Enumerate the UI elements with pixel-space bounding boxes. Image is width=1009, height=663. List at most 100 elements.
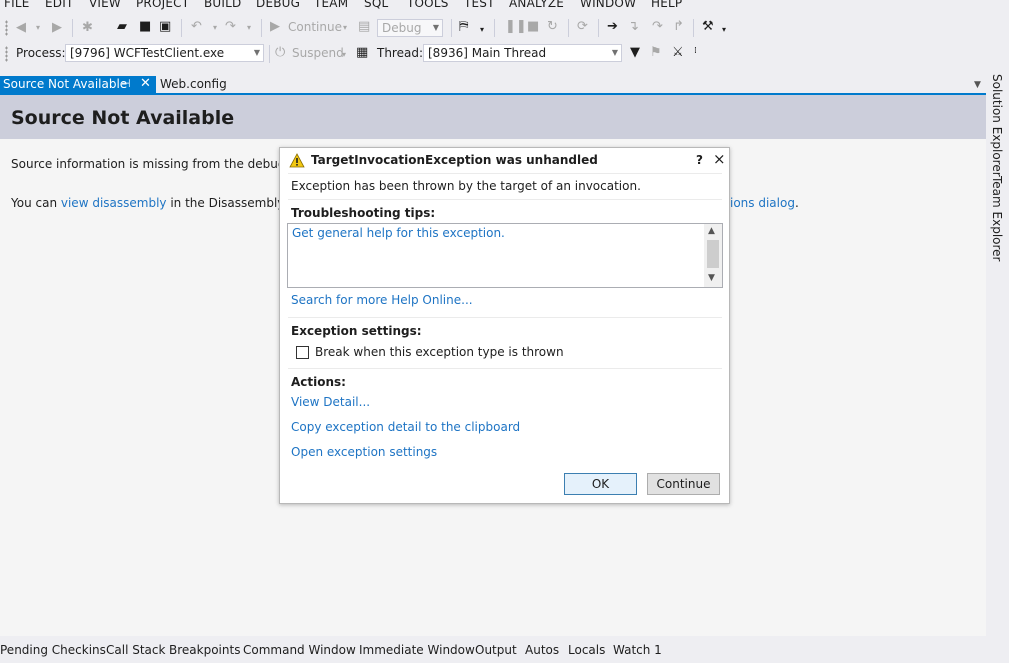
separator bbox=[494, 19, 495, 37]
copy-exception-link[interactable]: Copy exception detail to the clipboard bbox=[291, 420, 520, 434]
new-project-icon[interactable]: ✱ bbox=[82, 20, 93, 36]
undo-dropdown-icon[interactable]: ▾ bbox=[213, 20, 217, 36]
redo-dropdown-icon[interactable]: ▾ bbox=[247, 20, 251, 36]
divider bbox=[288, 317, 722, 318]
show-next-statement-icon[interactable]: ➔ bbox=[607, 19, 618, 35]
back-dropdown-icon[interactable]: ▾ bbox=[36, 20, 40, 36]
tab-immediate-window[interactable]: Immediate Window bbox=[359, 643, 475, 657]
settings-heading: Exception settings: bbox=[291, 324, 422, 338]
continue-toolbar-button[interactable]: Continue bbox=[288, 18, 342, 36]
menu-file[interactable]: FILE bbox=[4, 0, 30, 10]
process-select[interactable]: [9796] WCFTestClient.exe ▼ bbox=[65, 44, 264, 62]
toolbar-grip[interactable] bbox=[5, 20, 8, 36]
tab-locals[interactable]: Locals bbox=[568, 643, 605, 657]
step-into-icon[interactable]: ↴ bbox=[628, 19, 639, 35]
refresh-icon[interactable]: ⟳ bbox=[577, 19, 588, 35]
tips-list[interactable]: Get general help for this exception. ▲ ▼ bbox=[287, 223, 723, 288]
restart-icon[interactable]: ↻ bbox=[547, 19, 558, 35]
tab-command-window[interactable]: Command Window bbox=[243, 643, 356, 657]
sidebar-item-solution-explorer[interactable]: Solution Explorer bbox=[990, 74, 1004, 177]
redo-icon[interactable]: ↷ bbox=[225, 19, 236, 35]
menu-project[interactable]: PROJECT bbox=[136, 0, 189, 10]
menu-edit[interactable]: EDIT bbox=[45, 0, 74, 10]
save-all-icon[interactable]: ▣ bbox=[159, 19, 171, 35]
sidebar-item-team-explorer[interactable]: Team Explorer bbox=[990, 176, 1004, 262]
forward-icon[interactable]: ▶ bbox=[52, 20, 62, 36]
tab-breakpoints[interactable]: Breakpoints bbox=[169, 643, 240, 657]
back-icon[interactable]: ◀ bbox=[16, 20, 26, 36]
pin-icon[interactable]: ⊣ bbox=[121, 77, 131, 90]
menu-view[interactable]: VIEW bbox=[89, 0, 121, 10]
scroll-thumb[interactable] bbox=[707, 240, 719, 268]
page-title: Source Not Available bbox=[11, 107, 235, 129]
menu-team[interactable]: TEAM bbox=[314, 0, 348, 10]
menu-test[interactable]: TEST bbox=[464, 0, 495, 10]
search-help-online-link[interactable]: Search for more Help Online... bbox=[291, 293, 473, 307]
pause-icon[interactable]: ❚❚ bbox=[505, 19, 527, 35]
scroll-down-icon[interactable]: ▼ bbox=[708, 273, 715, 283]
toolbar-options-icon[interactable]: ▾ bbox=[722, 22, 726, 38]
checkbox-label[interactable]: Break when this exception type is thrown bbox=[315, 345, 564, 359]
tab-output[interactable]: Output bbox=[475, 643, 517, 657]
menu-analyze[interactable]: ANALYZE bbox=[509, 0, 564, 10]
save-icon[interactable]: ■ bbox=[139, 19, 151, 35]
view-detail-link[interactable]: View Detail... bbox=[291, 395, 370, 409]
step-over-icon[interactable]: ↷ bbox=[652, 19, 663, 35]
tab-source-not-available[interactable]: Source Not Available ⊣ ✕ bbox=[0, 76, 156, 94]
attach-icon[interactable]: ▤ bbox=[358, 19, 370, 35]
stop-icon[interactable]: ■ bbox=[527, 19, 539, 35]
separator bbox=[261, 19, 262, 37]
tab-watch-1[interactable]: Watch 1 bbox=[613, 643, 662, 657]
tab-overflow-icon[interactable]: ▼ bbox=[974, 80, 981, 90]
divider bbox=[288, 173, 722, 174]
options-dialog-hint: ions dialog. bbox=[730, 196, 799, 210]
toolbar-grip[interactable] bbox=[5, 46, 8, 62]
step-out-icon[interactable]: ↱ bbox=[673, 19, 684, 35]
tips-heading: Troubleshooting tips: bbox=[291, 206, 436, 220]
toolbar-options-icon[interactable]: ⁞ bbox=[694, 43, 697, 59]
play-icon[interactable]: ▶ bbox=[270, 19, 280, 35]
tab-call-stack[interactable]: Call Stack bbox=[106, 643, 165, 657]
warning-icon bbox=[289, 153, 305, 168]
solution-config-select[interactable]: Debug ▼ bbox=[377, 19, 443, 37]
undo-icon[interactable]: ↶ bbox=[191, 19, 202, 35]
break-on-throw-checkbox[interactable] bbox=[296, 346, 309, 359]
close-icon[interactable]: × bbox=[713, 150, 726, 168]
menu-build[interactable]: BUILD bbox=[204, 0, 241, 10]
scroll-up-icon[interactable]: ▲ bbox=[708, 226, 715, 236]
general-help-link[interactable]: Get general help for this exception. bbox=[292, 226, 505, 240]
menu-help[interactable]: HELP bbox=[651, 0, 682, 10]
suspend-button[interactable]: Suspend bbox=[292, 44, 344, 62]
toolbar-options-icon[interactable]: ▾ bbox=[480, 22, 484, 38]
thread-select[interactable]: [8936] Main Thread ▼ bbox=[423, 44, 622, 62]
exception-message: Exception has been thrown by the target … bbox=[291, 179, 641, 193]
suspend-icon[interactable]: ⏻ bbox=[275, 45, 285, 61]
options-dialog-link[interactable]: ions dialog bbox=[730, 196, 795, 210]
menu-window[interactable]: WINDOW bbox=[580, 0, 636, 10]
help-icon[interactable]: ? bbox=[696, 153, 703, 167]
ok-button[interactable]: OK bbox=[564, 473, 637, 495]
continue-dropdown-icon[interactable]: ▾ bbox=[343, 20, 347, 36]
continue-button[interactable]: Continue bbox=[647, 473, 720, 495]
show-threads-icon[interactable]: ⛿ bbox=[459, 19, 468, 35]
menu-tools[interactable]: TOOLS bbox=[407, 0, 449, 10]
tab-pending-checkins[interactable]: Pending Checkins bbox=[0, 643, 106, 657]
bottom-tool-tabs: Pending Checkins Call Stack Breakpoints … bbox=[0, 640, 1009, 663]
suspend-dropdown-icon[interactable]: ▾ bbox=[342, 47, 346, 63]
filter-icon[interactable]: ▼ bbox=[630, 45, 640, 61]
tab-autos[interactable]: Autos bbox=[525, 643, 559, 657]
open-exception-settings-link[interactable]: Open exception settings bbox=[291, 445, 437, 459]
hint-text: You can bbox=[11, 196, 61, 210]
flag-icon[interactable]: ⚑ bbox=[650, 45, 662, 61]
source-missing-text: Source information is missing from the d… bbox=[11, 157, 312, 171]
open-file-icon[interactable]: ▰ bbox=[117, 19, 127, 35]
show-flagged-icon[interactable]: ⚔ bbox=[672, 45, 684, 61]
tab-web-config[interactable]: Web.config bbox=[160, 77, 227, 91]
hex-display-icon[interactable]: ⚒ bbox=[702, 19, 714, 35]
menu-debug[interactable]: DEBUG bbox=[256, 0, 300, 10]
right-sidebar: Solution Explorer Team Explorer bbox=[986, 72, 1009, 642]
menu-sql[interactable]: SQL bbox=[364, 0, 388, 10]
tips-scrollbar[interactable]: ▲ ▼ bbox=[704, 224, 722, 287]
close-icon[interactable]: ✕ bbox=[140, 76, 151, 91]
view-disassembly-link[interactable]: view disassembly bbox=[61, 196, 167, 210]
